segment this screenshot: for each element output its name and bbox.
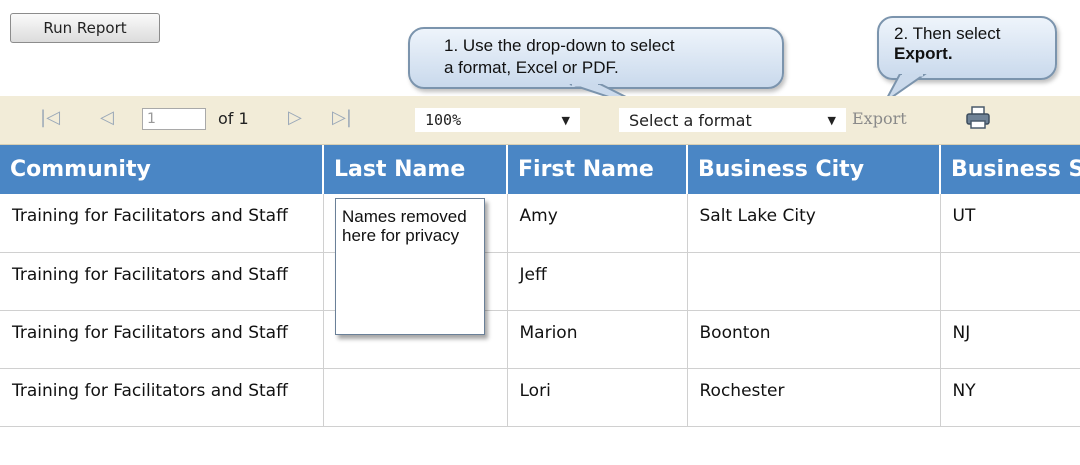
report-table: Community Last Name First Name Business … <box>0 145 1080 427</box>
column-header[interactable]: Last Name <box>323 145 508 194</box>
callout-step2-bold: Export. <box>894 44 953 63</box>
table-row: Training for Facilitators and Staff Jeff <box>0 252 1080 311</box>
column-header[interactable]: Business State <box>940 145 1080 194</box>
format-value: Select a format <box>629 111 752 130</box>
format-instruction-callout: 1. Use the drop-down to select a format,… <box>408 27 784 89</box>
column-header[interactable]: Community <box>0 145 324 194</box>
business-city-cell: Salt Lake City <box>687 194 941 253</box>
callout-step2-line1: 2. Then select <box>894 24 1001 43</box>
community-cell: Training for Facilitators and Staff <box>0 252 324 311</box>
community-cell: Training for Facilitators and Staff <box>0 310 324 369</box>
first-page-icon[interactable]: |◁ <box>40 109 60 127</box>
table-row: Training for Facilitators and Staff Lori… <box>0 368 1080 427</box>
next-page-icon[interactable]: ▷ <box>288 109 302 127</box>
first-name-cell: Jeff <box>507 252 688 311</box>
business-city-cell: Boonton <box>687 310 941 369</box>
first-name-cell: Amy <box>507 194 688 253</box>
table-header-row: Community Last Name First Name Business … <box>0 145 1080 194</box>
page-number-input[interactable] <box>142 108 206 130</box>
callout-step1-line1: 1. Use the drop-down to select <box>444 36 675 55</box>
community-cell: Training for Facilitators and Staff <box>0 368 324 427</box>
callout-step1-line2: a format, Excel or PDF. <box>444 58 619 77</box>
column-header[interactable]: Business City <box>687 145 941 194</box>
business-state-cell <box>940 252 1080 311</box>
business-state-cell: NJ <box>940 310 1080 369</box>
zoom-value: 100% <box>425 111 462 129</box>
export-instruction-callout: 2. Then select Export. <box>877 16 1057 80</box>
community-cell: Training for Facilitators and Staff <box>0 194 324 253</box>
chevron-down-icon: ▼ <box>827 114 836 127</box>
privacy-note: Names removed here for privacy <box>335 198 485 335</box>
business-state-cell: NY <box>940 368 1080 427</box>
first-name-cell: Marion <box>507 310 688 369</box>
zoom-select[interactable]: 100% ▼ <box>415 108 580 132</box>
run-report-button[interactable]: Run Report <box>10 13 160 43</box>
first-name-cell: Lori <box>507 368 688 427</box>
column-header[interactable]: First Name <box>507 145 688 194</box>
table-row: Training for Facilitators and Staff Mari… <box>0 310 1080 369</box>
export-link[interactable]: Export <box>852 109 907 128</box>
page-count-label: of 1 <box>218 109 249 128</box>
business-city-cell: Rochester <box>687 368 941 427</box>
chevron-down-icon: ▼ <box>561 114 570 127</box>
printer-icon[interactable] <box>965 106 991 130</box>
last-page-icon[interactable]: ▷| <box>332 109 352 127</box>
business-city-cell <box>687 252 941 311</box>
business-state-cell: UT <box>940 194 1080 253</box>
report-toolbar: |◁ ◁ of 1 ▷ ▷| 100% ▼ Select a format ▼ … <box>0 96 1080 145</box>
previous-page-icon[interactable]: ◁ <box>100 109 114 127</box>
format-select[interactable]: Select a format ▼ <box>619 108 846 132</box>
table-row: Training for Facilitators and Staff Amy … <box>0 194 1080 253</box>
last-name-cell <box>323 368 508 427</box>
